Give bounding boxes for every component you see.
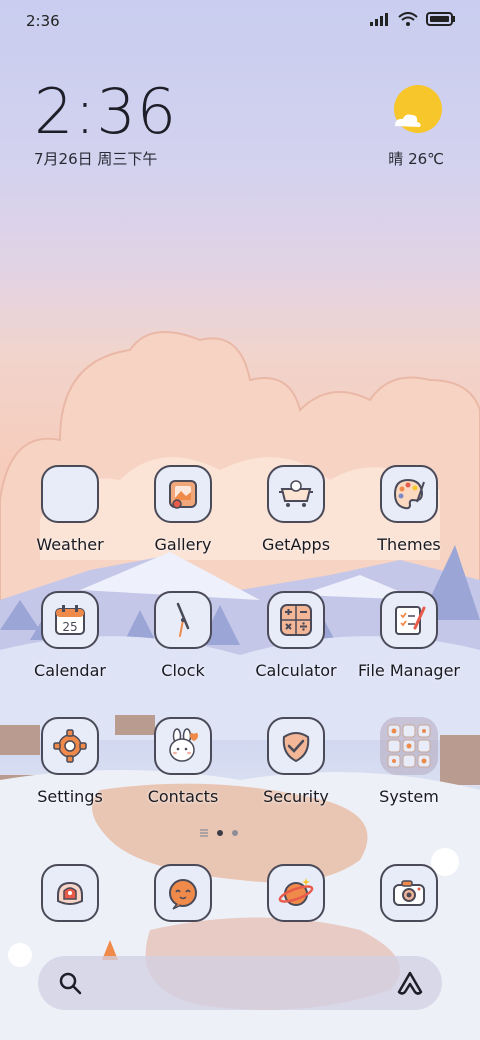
security-shield-icon	[267, 717, 325, 775]
app-gallery[interactable]: Gallery	[128, 465, 238, 554]
clock-widget-date: 7月26日 周三下午	[34, 150, 158, 168]
app-label: GetApps	[261, 535, 331, 554]
search-bar[interactable]	[38, 956, 442, 1010]
app-label: Gallery	[154, 535, 212, 554]
themes-palette-icon	[380, 465, 438, 523]
page-dot	[232, 830, 238, 836]
app-contacts[interactable]: Contacts	[128, 717, 238, 806]
page-list-icon	[200, 829, 208, 837]
app-file-manager[interactable]: File Manager	[354, 591, 464, 680]
weather-widget-text: 晴 26℃	[388, 150, 444, 168]
page-dot-active	[217, 830, 223, 836]
phone-icon	[41, 864, 99, 922]
assistant-icon[interactable]	[396, 970, 424, 996]
calendar-icon: 25	[41, 591, 99, 649]
app-calculator[interactable]: Calculator	[241, 591, 351, 680]
app-label: Calendar	[34, 661, 106, 680]
file-manager-icon	[380, 591, 438, 649]
app-clock[interactable]: Clock	[128, 591, 238, 680]
app-calendar[interactable]: 25 Calendar	[15, 591, 125, 680]
clock-widget[interactable]: 2:36 7月26日 周三下午	[34, 80, 177, 169]
browser-planet-icon	[267, 864, 325, 922]
contacts-bunny-icon	[154, 717, 212, 775]
app-getapps[interactable]: GetApps	[241, 465, 351, 554]
status-bar: 2:36	[0, 0, 480, 44]
app-settings[interactable]: Settings	[15, 717, 125, 806]
calculator-icon	[267, 591, 325, 649]
camera-icon	[380, 864, 438, 922]
settings-gear-icon	[41, 717, 99, 775]
app-themes[interactable]: Themes	[354, 465, 464, 554]
app-label: Weather	[36, 535, 104, 554]
app-label: Security	[263, 787, 329, 806]
home-screen: 2:36 2:36 7月26日 周三下午 晴 26℃ Weather Galle…	[0, 0, 480, 1040]
weather-widget[interactable]: 晴 26℃	[388, 84, 444, 169]
app-label: Themes	[377, 535, 441, 554]
wifi-icon	[398, 12, 418, 26]
app-label: System	[379, 787, 439, 806]
clock-widget-time: 2:36	[34, 75, 178, 148]
dock-phone[interactable]	[15, 864, 125, 922]
clock-icon	[154, 591, 212, 649]
weather-icon	[41, 465, 99, 523]
page-indicator[interactable]	[200, 829, 238, 837]
app-security[interactable]: Security	[241, 717, 351, 806]
app-weather[interactable]: Weather	[15, 465, 125, 554]
messages-icon	[154, 864, 212, 922]
status-time: 2:36	[26, 12, 60, 30]
gallery-icon	[154, 465, 212, 523]
dock-messages[interactable]	[128, 864, 238, 922]
app-label: Clock	[161, 661, 205, 680]
getapps-icon	[267, 465, 325, 523]
battery-full-icon	[426, 12, 455, 26]
sun-with-cloud-icon	[394, 85, 443, 133]
app-label: File Manager	[358, 661, 460, 680]
search-icon[interactable]	[58, 971, 82, 995]
app-label: Calculator	[255, 661, 337, 680]
system-folder-icon	[380, 717, 438, 775]
app-label: Contacts	[147, 787, 219, 806]
app-label: Settings	[37, 787, 103, 806]
signal-bars-icon	[370, 13, 388, 26]
app-folder-system[interactable]: System	[354, 717, 464, 806]
dock-browser[interactable]	[241, 864, 351, 922]
calendar-day-number: 25	[62, 620, 77, 634]
dock-camera[interactable]	[354, 864, 464, 922]
